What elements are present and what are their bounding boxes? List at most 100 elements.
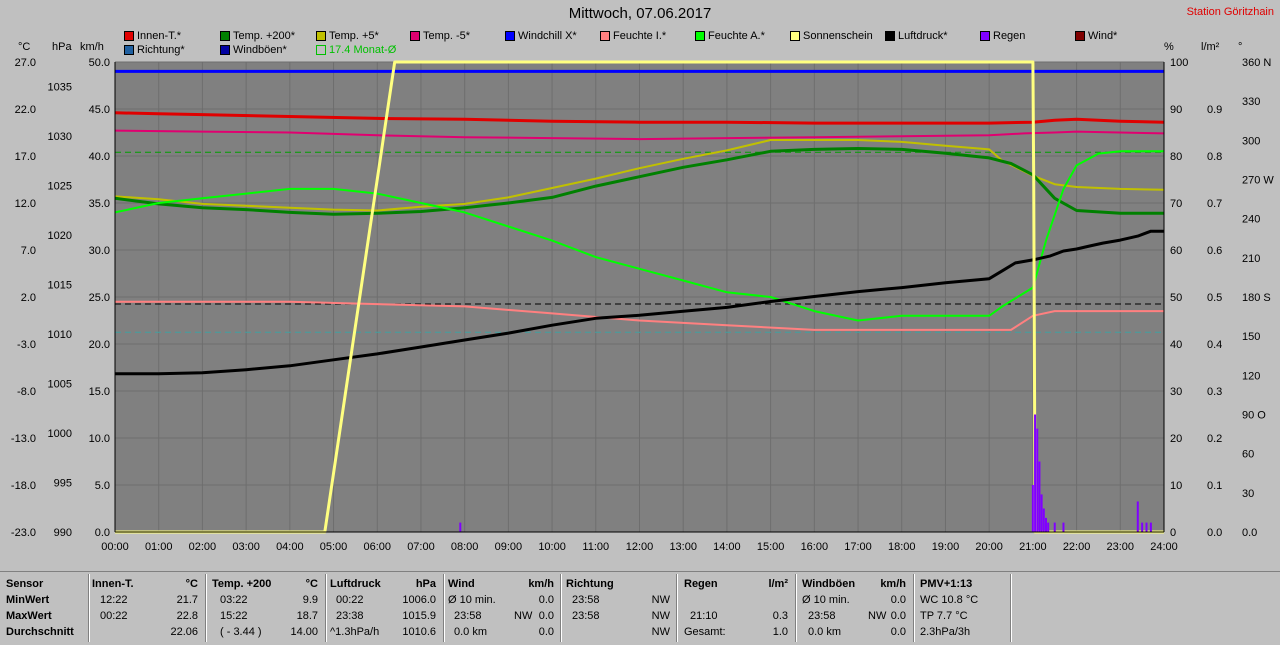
x-tick-label: 19:00 (932, 541, 960, 553)
stats-cell: NW (651, 626, 670, 638)
x-tick-label: 22:00 (1063, 541, 1091, 553)
y-tick-label-wind: 45.0 (89, 104, 110, 116)
x-tick-label: 20:00 (975, 541, 1003, 553)
stats-col-boeen: Windböen km/h Ø 10 min. 0.0 23:58 NW 0.0 0.0… (802, 576, 908, 644)
stats-cell: 0.0 (538, 610, 554, 622)
y-tick-label-wind: 35.0 (89, 198, 110, 210)
stats-col-regen: Regen l/m² 21:10 0.3 Gesamt: 1.0 (684, 576, 790, 644)
stats-cell: 0.0 km (454, 626, 488, 638)
y-tick-label-humidity: 40 (1170, 339, 1182, 351)
stats-header-boeen: Windböen (802, 578, 856, 590)
y-tick-label-humidity: 20 (1170, 433, 1182, 445)
x-tick-label: 02:00 (189, 541, 217, 553)
x-tick-label: 14:00 (713, 541, 741, 553)
stats-cell: 18.7 (296, 610, 318, 622)
y-tick-label-wind: 15.0 (89, 386, 110, 398)
legend-label: Luftdruck* (898, 30, 948, 42)
legend-item: Regen (980, 30, 1025, 42)
legend-item: 17.4 Monat-Ø (316, 44, 396, 56)
stats-cell: 15:22 (220, 610, 248, 622)
legend-item: Luftdruck* (885, 30, 948, 42)
stats-cell: ( - 3.44 ) (220, 626, 262, 638)
stats-cell: 23:38 (336, 610, 364, 622)
stats-unit-luftdruck: hPa (415, 578, 436, 590)
x-tick-label: 10:00 (538, 541, 566, 553)
stats-unit-boeen: km/h (880, 578, 906, 590)
stats-unit-regen: l/m² (768, 578, 788, 590)
y-tick-label-direction: 330 (1242, 96, 1260, 108)
legend-swatch (316, 45, 326, 55)
y-tick-label-humidity: 30 (1170, 386, 1182, 398)
y-tick-label-pressure: 990 (54, 527, 72, 539)
x-tick-label: 05:00 (320, 541, 348, 553)
y-tick-label-direction: 240 (1242, 214, 1260, 226)
stats-cell: 12:22 (100, 594, 128, 606)
y-tick-label-pressure: 1030 (48, 131, 72, 143)
y-tick-label-direction: 150 (1242, 331, 1260, 343)
x-tick-label: 15:00 (757, 541, 785, 553)
legend-label: Wind* (1088, 30, 1118, 42)
stats-cell: 9.9 (302, 594, 318, 606)
stats-cell: 23:58 (572, 610, 600, 622)
x-tick-label: 01:00 (145, 541, 173, 553)
y-tick-label-direction: 0.0 (1242, 527, 1257, 539)
legend-swatch (220, 31, 230, 41)
y-tick-label-direction: 30 (1242, 488, 1254, 500)
stats-cell: Ø 10 min. (802, 594, 850, 606)
legend-swatch (220, 45, 230, 55)
stats-cell: 22.06 (170, 626, 198, 638)
y-tick-label-humidity: 0 (1170, 527, 1176, 539)
legend-label: Temp. -5* (423, 30, 471, 42)
x-tick-label: 06:00 (363, 541, 391, 553)
legend-swatch (885, 31, 895, 41)
stats-unit-temp200: °C (305, 578, 318, 590)
x-tick-label: 17:00 (844, 541, 872, 553)
x-tick-label: 12:00 (626, 541, 654, 553)
legend-swatch (600, 31, 610, 41)
stats-cell: ^1.3hPa/h (330, 626, 380, 638)
stats-cell: 0.3 (772, 610, 788, 622)
stats-unit-wind: km/h (528, 578, 554, 590)
legend-swatch (316, 31, 326, 41)
stats-cell: NW (868, 610, 887, 622)
stats-header-pmv: PMV+1:13 (920, 578, 973, 590)
legend-item: Temp. +200* (220, 30, 295, 42)
stats-cell: 00:22 (100, 610, 128, 622)
x-tick-label: 24:00 (1150, 541, 1178, 553)
y-tick-label-humidity: 50 (1170, 292, 1182, 304)
legend-label: Richtung* (137, 44, 185, 56)
stats-cell: 0.0 (890, 610, 906, 622)
legend-item: Sonnenschein (790, 30, 873, 42)
y-tick-label-temp: 7.0 (21, 245, 36, 257)
y-tick-label-rain: 0.3 (1207, 386, 1222, 398)
y-tick-label-wind: 0.0 (95, 527, 110, 539)
y-tick-label-pressure: 1005 (48, 379, 72, 391)
legend-item: Innen-T.* (124, 30, 181, 42)
x-tick-label: 18:00 (888, 541, 916, 553)
x-tick-label: 08:00 (451, 541, 479, 553)
y-tick-label-direction: 300 (1242, 135, 1260, 147)
y-tick-label-wind: 5.0 (95, 480, 110, 492)
y-tick-label-rain: 0.6 (1207, 245, 1222, 257)
legend-item: Windböen* (220, 44, 287, 56)
stats-cell: 1015.9 (402, 610, 436, 622)
y-tick-label-humidity: 60 (1170, 245, 1182, 257)
y-tick-label-humidity: 80 (1170, 151, 1182, 163)
stats-header-luftdruck: Luftdruck (330, 578, 381, 590)
stats-col-temp200: Temp. +200 °C 03:22 9.9 15:22 18.7 ( - 3.44… (212, 576, 322, 644)
legend-label: Feuchte I.* (613, 30, 667, 42)
x-tick-label: 21:00 (1019, 541, 1047, 553)
y-tick-label-pressure: 1020 (48, 230, 72, 242)
stats-header-sensor: Sensor (6, 578, 44, 590)
stats-cell: 0.0 (890, 594, 906, 606)
x-tick-label: 00:00 (101, 541, 129, 553)
y-tick-label-rain: 0.4 (1207, 339, 1222, 351)
stats-cell: NW (651, 594, 670, 606)
legend-swatch (505, 31, 515, 41)
y-tick-label-pressure: 1025 (48, 181, 72, 193)
y-tick-label-humidity: 70 (1170, 198, 1182, 210)
stats-cell: 1.0 (772, 626, 788, 638)
y-tick-label-direction: 90 O (1242, 410, 1266, 422)
stats-cell: 21.7 (176, 594, 198, 606)
y-tick-label-rain: 0.5 (1207, 292, 1222, 304)
